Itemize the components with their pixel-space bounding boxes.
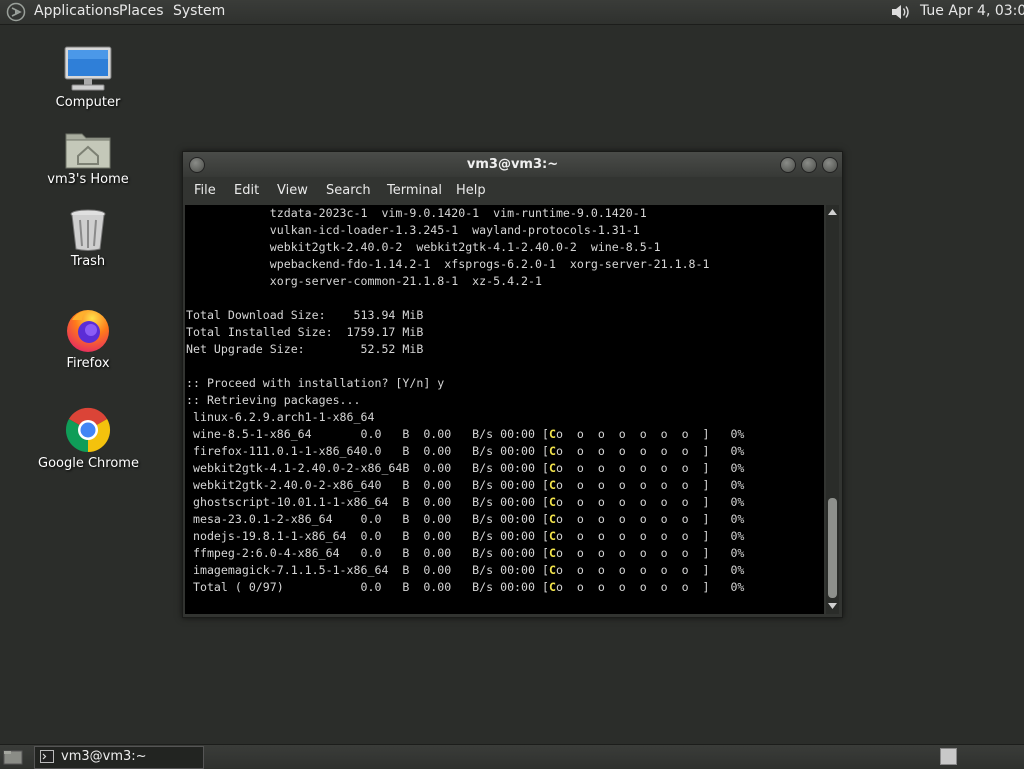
terminal-line: wine-8.5-1-x86_64 0.0 B 0.00 B/s 00:00 […: [186, 427, 745, 441]
scroll-down-arrow-icon[interactable]: [827, 601, 838, 611]
workspace-switcher[interactable]: [940, 748, 957, 765]
terminal-line: Total Installed Size: 1759.17 MiB: [186, 325, 424, 339]
desktop-icon-home[interactable]: vm3's Home: [38, 128, 138, 187]
taskbar-item-terminal[interactable]: vm3@vm3:~: [34, 746, 204, 769]
menu-help[interactable]: Help: [456, 183, 486, 198]
terminal-line: vulkan-icd-loader-1.3.245-1 wayland-prot…: [186, 223, 640, 237]
menu-system[interactable]: System: [173, 3, 225, 19]
chrome-icon: [65, 407, 111, 453]
taskbar-item-label: vm3@vm3:~: [61, 749, 147, 764]
terminal-line: Net Upgrade Size: 52.52 MiB: [186, 342, 424, 356]
scroll-up-arrow-icon[interactable]: [827, 207, 838, 217]
terminal-line: Total Download Size: 513.94 MiB: [186, 308, 424, 322]
terminal-line: webkit2gtk-2.40.0-2-x86_640 B 0.00 B/s 0…: [186, 478, 745, 492]
desktop-icon-label: Trash: [70, 254, 106, 269]
desktop-icon-label: Google Chrome: [38, 456, 139, 471]
window-title: vm3@vm3:~: [466, 157, 559, 172]
terminal-line: Total ( 0/97) 0.0 B 0.00 B/s 00:00 [Co o…: [186, 580, 745, 594]
firefox-icon: [67, 310, 109, 352]
terminal-icon: [40, 750, 54, 763]
minimize-button[interactable]: [780, 157, 796, 173]
terminal-line: ffmpeg-2:6.0-4-x86_64 0.0 B 0.00 B/s 00:…: [186, 546, 745, 560]
terminal-line: mesa-23.0.1-2-x86_64 0.0 B 0.00 B/s 00:0…: [186, 512, 745, 526]
desktop-icon-computer[interactable]: Computer: [38, 45, 138, 110]
top-panel: Applications Places System Tue Apr 4, 03…: [0, 0, 1024, 25]
maximize-button[interactable]: [801, 157, 817, 173]
terminal-text: tzdata-2023c-1 vim-9.0.1420-1 vim-runtim…: [185, 205, 824, 596]
terminal-line: webkit2gtk-2.40.0-2 webkit2gtk-4.1-2.40.…: [186, 240, 661, 254]
terminal-window[interactable]: vm3@vm3:~ File Edit View Search Terminal…: [182, 151, 843, 618]
desktop-icon-label: Computer: [55, 95, 121, 110]
terminal-scrollbar[interactable]: [826, 205, 839, 614]
desktop-icon-label: vm3's Home: [47, 172, 129, 187]
terminal-line: nodejs-19.8.1-1-x86_64 0.0 B 0.00 B/s 00…: [186, 529, 745, 543]
scrollbar-thumb[interactable]: [828, 498, 837, 598]
computer-icon: [64, 46, 112, 91]
menu-view[interactable]: View: [277, 183, 308, 198]
desktop-icon-chrome[interactable]: Google Chrome: [38, 406, 139, 471]
clock[interactable]: Tue Apr 4, 03:04: [920, 3, 1024, 19]
bottom-panel: vm3@vm3:~: [0, 744, 1024, 769]
terminal-line: imagemagick-7.1.1.5-1-x86_64 B 0.00 B/s …: [186, 563, 745, 577]
terminal-line: firefox-111.0.1-1-x86_640.0 B 0.00 B/s 0…: [186, 444, 745, 458]
close-button[interactable]: [822, 157, 838, 173]
distro-logo-icon[interactable]: [6, 2, 26, 22]
menu-file[interactable]: File: [194, 183, 216, 198]
terminal-line: :: Retrieving packages...: [186, 393, 361, 407]
terminal-menubar: File Edit View Search Terminal Help: [183, 177, 842, 204]
terminal-line: :: Proceed with installation? [Y/n] y: [186, 376, 445, 390]
terminal-line: webkit2gtk-4.1-2.40.0-2-x86_64B 0.00 B/s…: [186, 461, 745, 475]
terminal-line: wpebackend-fdo-1.14.2-1 xfsprogs-6.2.0-1…: [186, 257, 710, 271]
menu-terminal[interactable]: Terminal: [387, 183, 442, 198]
desktop-icon-trash[interactable]: Trash: [38, 208, 138, 269]
menu-places[interactable]: Places: [119, 3, 164, 19]
terminal-output[interactable]: tzdata-2023c-1 vim-9.0.1420-1 vim-runtim…: [185, 205, 824, 614]
terminal-line: linux-6.2.9.arch1-1-x86_64: [186, 410, 375, 424]
terminal-line: tzdata-2023c-1 vim-9.0.1420-1 vim-runtim…: [186, 206, 647, 220]
menu-search[interactable]: Search: [326, 183, 371, 198]
home-folder-icon: [65, 133, 111, 169]
desktop-icon-firefox[interactable]: Firefox: [38, 306, 138, 371]
volume-icon[interactable]: [888, 2, 912, 22]
menu-applications[interactable]: Applications: [34, 3, 120, 19]
terminal-line: xorg-server-common-21.1.8-1 xz-5.4.2-1: [186, 274, 542, 288]
window-titlebar[interactable]: vm3@vm3:~: [183, 152, 842, 177]
menu-edit[interactable]: Edit: [234, 183, 259, 198]
show-desktop-icon[interactable]: [3, 748, 23, 766]
terminal-line: ghostscript-10.01.1-1-x86_64 B 0.00 B/s …: [186, 495, 745, 509]
trash-icon: [70, 209, 106, 251]
desktop-icon-label: Firefox: [66, 356, 110, 371]
